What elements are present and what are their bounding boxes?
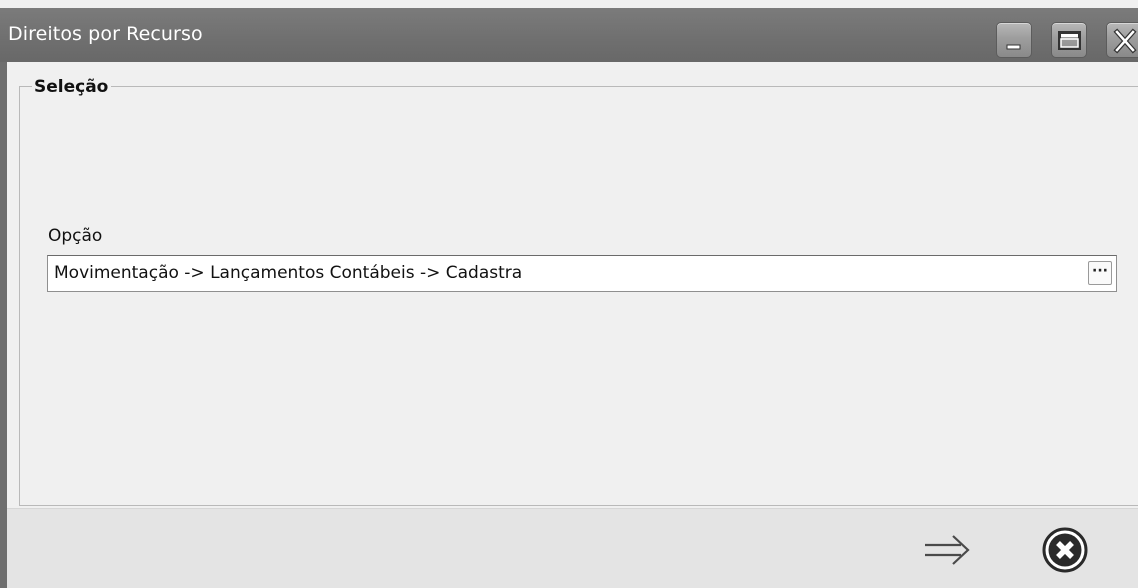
- cancel-button[interactable]: [1040, 525, 1090, 575]
- dialog-window: Direitos por Recurso Seleção Opção Movim…: [0, 0, 1138, 588]
- title-bar[interactable]: Direitos por Recurso: [0, 8, 1138, 62]
- arrow-right-icon: [925, 535, 970, 565]
- maximize-button[interactable]: [1051, 22, 1087, 58]
- minimize-icon: [1006, 44, 1021, 50]
- selection-groupbox: [19, 86, 1138, 506]
- option-lookup-button[interactable]: ···: [1088, 261, 1112, 285]
- minimize-button[interactable]: [996, 22, 1032, 58]
- window-left-border: [0, 62, 7, 588]
- close-button[interactable]: [1106, 22, 1138, 58]
- circle-x-icon: [1042, 527, 1088, 573]
- maximize-icon: [1058, 31, 1081, 50]
- option-field-value[interactable]: Movimentação -> Lançamentos Contábeis ->…: [54, 263, 522, 283]
- option-field[interactable]: Movimentação -> Lançamentos Contábeis ->…: [47, 255, 1117, 292]
- selection-group-title: Seleção: [32, 77, 112, 97]
- close-icon: [1113, 28, 1137, 54]
- window-title: Direitos por Recurso: [8, 23, 203, 45]
- ellipsis-icon: ···: [1092, 263, 1108, 279]
- dialog-footer: [7, 508, 1138, 588]
- dialog-body: Seleção Opção Movimentação -> Lançamento…: [7, 62, 1138, 588]
- confirm-button[interactable]: [923, 525, 973, 575]
- option-field-label: Opção: [48, 226, 103, 246]
